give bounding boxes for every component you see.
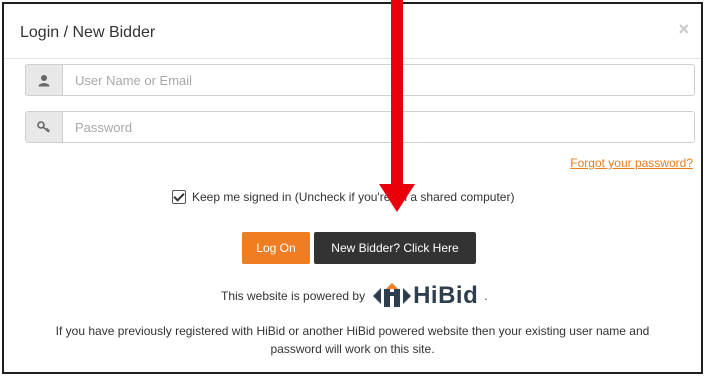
- log-on-button[interactable]: Log On: [242, 232, 310, 264]
- dialog-title: Login / New Bidder: [20, 24, 156, 41]
- username-field-group: [25, 64, 695, 96]
- dialog-header: Login / New Bidder ×: [4, 4, 701, 59]
- powered-by-suffix: .: [484, 289, 488, 303]
- close-icon[interactable]: ×: [678, 20, 689, 38]
- hibid-logo-mark-icon: [373, 283, 412, 307]
- powered-by-text: This website is powered by: [221, 289, 366, 303]
- remember-me[interactable]: Keep me signed in (Uncheck if you're on …: [172, 190, 514, 204]
- powered-by: This website is powered by HiBid .: [221, 282, 488, 310]
- password-field-group: [25, 111, 695, 143]
- footer-line-2: password will work on this site.: [270, 342, 435, 356]
- footer-note: If you have previously registered with H…: [16, 322, 689, 358]
- login-dialog: Login / New Bidder × Forgot your passwor…: [2, 2, 703, 374]
- remember-label: Keep me signed in (Uncheck if you're on …: [192, 190, 515, 204]
- hibid-logo: HiBid: [373, 282, 478, 310]
- user-icon: [26, 65, 63, 95]
- forgot-password-link[interactable]: Forgot your password?: [570, 156, 693, 170]
- hibid-logo-text: HiBid: [413, 282, 479, 309]
- remember-checkbox[interactable]: [172, 190, 186, 204]
- red-arrow-annotation: [379, 0, 415, 212]
- footer-line-1: If you have previously registered with H…: [55, 324, 650, 338]
- key-icon: [26, 112, 63, 142]
- new-bidder-button[interactable]: New Bidder? Click Here: [314, 232, 476, 264]
